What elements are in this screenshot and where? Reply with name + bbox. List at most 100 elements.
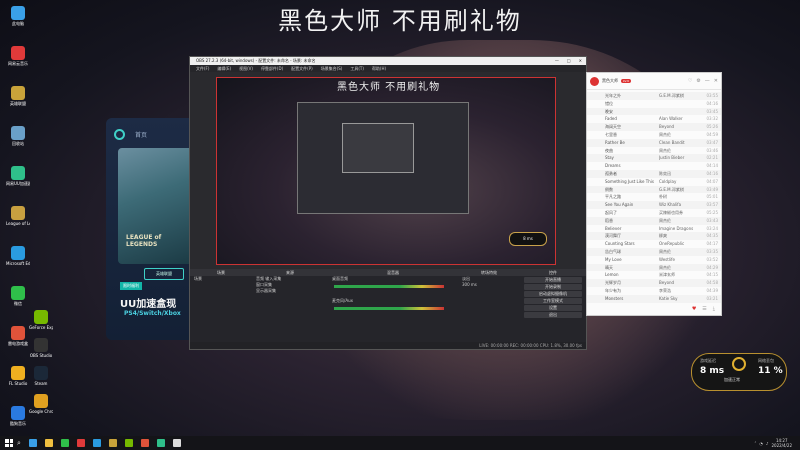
obs-menu-item[interactable]: 配置文件(P) — [291, 65, 313, 72]
song-row[interactable]: 稻香 周杰伦 03:43 — [587, 216, 721, 225]
song-row[interactable]: 晚安 03:45 — [587, 107, 721, 116]
song-row[interactable]: Monsters Katie Sky 03:21 — [587, 294, 721, 303]
taskbar-app-icon[interactable] — [172, 439, 181, 447]
clock[interactable]: 14:27 2022/4/22 — [771, 438, 792, 448]
obs-control-button[interactable]: 开始录制 — [524, 284, 582, 290]
desktop-icon[interactable]: 英雄联盟 — [6, 86, 30, 106]
close-icon[interactable]: ✕ — [714, 78, 718, 84]
song-row[interactable]: See You Again Wiz Khalifa 03:57 — [587, 201, 721, 209]
obs-titlebar[interactable]: OBS 27.2.3 (64-bit, windows) - 配置文件: 未命名… — [190, 57, 586, 65]
promo-nav-home[interactable]: 首页 — [135, 130, 147, 139]
minimize-icon[interactable]: — — [705, 78, 710, 84]
song-row[interactable]: 海阔天空 Beyond 05:26 — [587, 123, 721, 131]
song-row[interactable]: 倒数 G.E.M.邓紫棋 03:49 — [587, 185, 721, 194]
song-row[interactable]: Dreams 04:14 — [587, 162, 721, 170]
song-row[interactable]: 孤勇者 陈奕迅 04:16 — [587, 169, 721, 178]
taskbar-app-icon[interactable] — [92, 439, 101, 447]
maximize-icon[interactable]: □ — [567, 57, 571, 65]
taskbar-app-icon[interactable] — [76, 439, 85, 447]
desktop-icon[interactable]: Microsoft Edge — [6, 246, 30, 266]
song-row[interactable]: Stay Justin Bieber 02:21 — [587, 154, 721, 163]
source-item[interactable]: 显示器采集 — [252, 288, 328, 294]
scene-item[interactable]: 场景 — [190, 276, 252, 282]
song-row[interactable]: My Love Westlife 03:52 — [587, 256, 721, 264]
song-row[interactable]: 告白气球 周杰伦 03:35 — [587, 247, 721, 256]
song-row[interactable]: Lemon 米津玄师 04:15 — [587, 271, 721, 279]
obs-control-button[interactable]: 开始直播 — [524, 277, 582, 283]
promo-art[interactable]: LEAGUE of LEGENDS — [118, 148, 194, 264]
song-row[interactable]: Rather Be Clean Bandit 03:47 — [587, 138, 721, 147]
desktop-icon[interactable]: GeForce Experience — [29, 310, 53, 330]
song-row[interactable]: 晴天 周杰伦 04:29 — [587, 263, 721, 272]
list-icon[interactable]: ☰ — [702, 306, 706, 312]
song-name: 夜曲 — [605, 147, 613, 153]
obs-menu-item[interactable]: 文件(F) — [196, 65, 209, 72]
obs-menu-item[interactable]: 停靠部件(D) — [261, 65, 283, 72]
song-row[interactable]: Faded Alan Walker 03:32 — [587, 115, 721, 123]
desktop-icon[interactable]: OBS Studio — [29, 338, 53, 358]
volume-icon[interactable]: ♪ — [766, 441, 769, 446]
desktop-icon[interactable]: 回收站 — [6, 126, 30, 146]
obs-menu-item[interactable]: 编辑(E) — [217, 65, 231, 72]
desktop-icon[interactable]: FL Studio — [6, 366, 30, 386]
settings-icon[interactable]: ⚙ — [696, 78, 700, 84]
music-username[interactable]: 黑色大师 — [602, 78, 618, 84]
song-dur: 04:35 — [706, 233, 718, 239]
desktop-icon[interactable]: 微信 — [6, 286, 30, 306]
minimize-icon[interactable]: — — [555, 57, 559, 65]
desktop-icon[interactable]: 雷电游戏盒 — [6, 326, 30, 346]
heart-icon[interactable]: ♥ — [692, 306, 696, 312]
obs-control-button[interactable]: 工作室模式 — [524, 298, 582, 304]
song-row[interactable]: Counting Stars OneRepublic 04:17 — [587, 240, 721, 248]
desktop-icon[interactable]: League of Legends — [6, 206, 30, 226]
obs-menu-item[interactable]: 场景集合(S) — [321, 65, 343, 72]
song-row[interactable]: 夜曲 周杰伦 03:46 — [587, 147, 721, 155]
heart-icon[interactable]: ♡ — [688, 78, 692, 84]
desktop-icon[interactable]: 此电脑 — [6, 6, 30, 26]
song-row[interactable]: Believer Imagine Dragons 03:24 — [587, 225, 721, 233]
avatar[interactable] — [590, 76, 599, 86]
network-icon[interactable]: ◔ — [759, 441, 763, 446]
promo-game-button[interactable]: 英雄联盟 — [144, 268, 184, 280]
song-row[interactable]: Something Just Like This Coldplay 04:07 — [587, 178, 721, 186]
taskbar-app-icon[interactable] — [124, 439, 133, 447]
song-row[interactable]: 平凡之路 朴树 05:01 — [587, 193, 721, 201]
desktop-icon-label: 微信 — [14, 301, 22, 306]
obs-preview[interactable]: 黑色大师 不用刷礼物 8 ms — [216, 77, 556, 265]
song-row[interactable]: 错位 04:16 — [587, 100, 721, 108]
obs-menu-item[interactable]: 工具(T) — [350, 65, 364, 72]
obs-control-button[interactable]: 设置 — [524, 305, 582, 311]
app-icon — [11, 366, 25, 380]
chevron-up-icon[interactable]: ˄ — [754, 441, 756, 446]
desktop-icon-label: Google Chrome — [29, 409, 53, 414]
song-row[interactable]: 光年之外 G.E.M.邓紫棋 03:55 — [587, 92, 721, 100]
song-row[interactable]: 光辉岁月 Beyond 04:58 — [587, 279, 721, 287]
song-name: 光年之外 — [605, 93, 621, 98]
obs-menu-item[interactable]: 帮助(H) — [372, 65, 386, 72]
taskbar-app-icon[interactable] — [28, 439, 37, 447]
download-icon[interactable]: ⤓ — [713, 306, 715, 312]
taskbar-app-icon[interactable] — [44, 439, 53, 447]
desktop-icon[interactable]: 网易UU加速器 — [6, 166, 30, 186]
obs-control-button[interactable]: 退出 — [524, 312, 582, 318]
song-row[interactable]: 起风了 买辣椒也用券 05:25 — [587, 209, 721, 217]
windows-start-icon[interactable] — [5, 439, 13, 447]
obs-menu-item[interactable]: 视图(V) — [239, 65, 253, 72]
desktop-icon[interactable]: Google Chrome — [29, 394, 53, 414]
desktop-icon[interactable]: 酷狗音乐 — [6, 406, 30, 426]
taskbar-app-icon[interactable] — [60, 439, 69, 447]
obs-control-button[interactable]: 启动虚拟摄像机 — [524, 291, 582, 297]
taskbar-app-icon[interactable] — [140, 439, 149, 447]
desktop-icon[interactable]: 网易云音乐 — [6, 46, 30, 66]
song-row[interactable]: 年少有为 李荣浩 04:39 — [587, 287, 721, 295]
taskbar-app-icon[interactable] — [108, 439, 117, 447]
song-row[interactable]: 七里香 周杰伦 04:59 — [587, 131, 721, 139]
song-row[interactable]: 漠河舞厅 柳爽 04:35 — [587, 232, 721, 241]
accelerator-widget[interactable]: 游戏延迟 8 ms 加速正常 网络丢包 11 % — [691, 353, 787, 391]
search-icon[interactable]: ⌕ — [17, 439, 21, 448]
close-icon[interactable]: ✕ — [579, 57, 582, 65]
transition-duration[interactable]: 300 ms — [458, 282, 520, 288]
song-name: Dreams — [605, 163, 621, 169]
taskbar-app-icon[interactable] — [156, 439, 165, 447]
desktop-icon[interactable]: Steam — [29, 366, 53, 386]
